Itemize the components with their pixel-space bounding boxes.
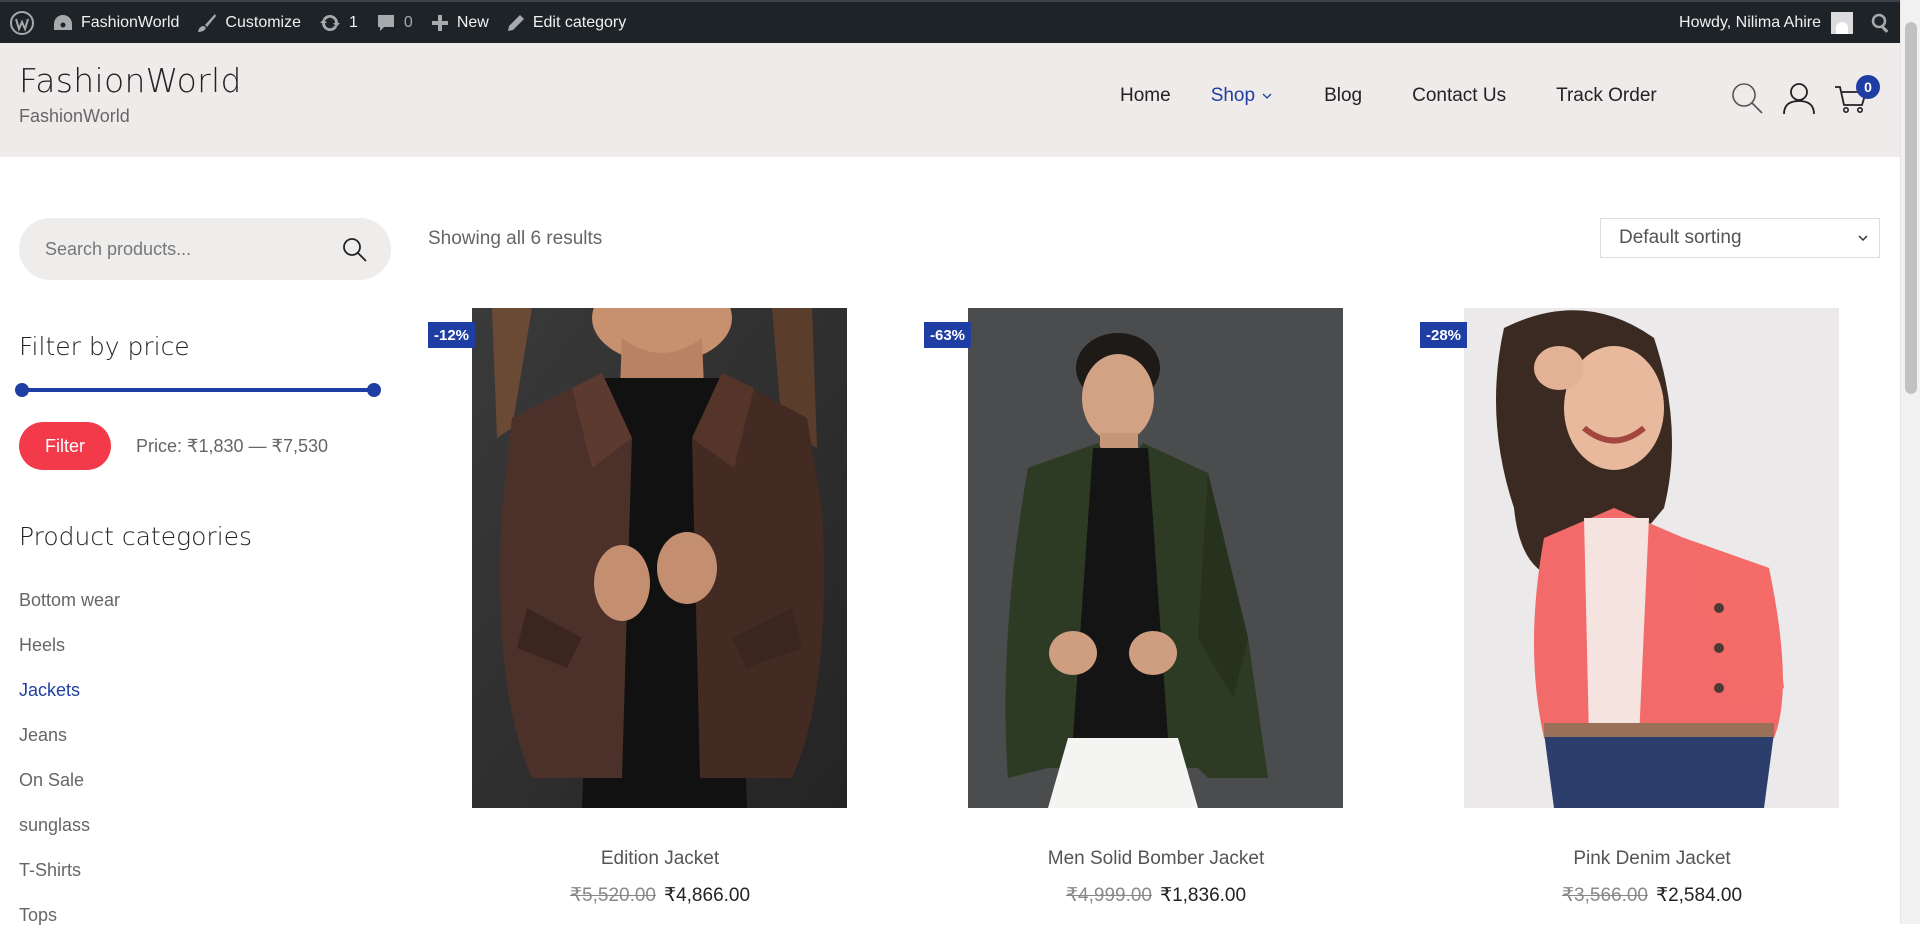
scrollbar-thumb[interactable] [1905,22,1917,394]
product-price: ₹4,999.00 ₹1,836.00 [924,884,1388,907]
page-scrollbar[interactable] [1900,0,1920,924]
adminbar-edit-category[interactable]: Edit category [498,2,635,43]
product-old-price: ₹3,566.00 [1561,885,1648,906]
avatar [1831,11,1853,34]
discount-badge: -63% [924,322,972,348]
adminbar-new-label: New [456,13,489,31]
discount-badge: -28% [1420,322,1468,348]
category-heels[interactable]: Heels [19,635,120,680]
product-old-price: ₹5,520.00 [569,885,656,906]
category-t-shirts[interactable]: T-Shirts [19,860,120,905]
nav-label: Contact Us [1412,85,1507,106]
adminbar-search[interactable] [1862,2,1900,43]
chevron-down-icon [1858,235,1868,242]
filter-button[interactable]: Filter [19,422,111,470]
nav-label: Track Order [1556,85,1657,106]
sort-selected-value: Default sorting [1619,227,1742,248]
site-title[interactable]: FashionWorld [19,61,242,100]
adminbar-new[interactable]: New [422,2,498,43]
price-range-slider[interactable] [15,383,381,397]
main-nav: Home Shop Blog Contact Us Track Order [1120,85,1697,107]
adminbar-account[interactable]: Howdy, Nilima Ahire [1670,2,1862,43]
category-sunglass[interactable]: sunglass [19,815,120,860]
product-price: ₹5,520.00 ₹4,866.00 [428,884,892,907]
nav-home[interactable]: Home [1120,85,1171,107]
site-header: FashionWorld FashionWorld Home Shop Blog… [0,43,1900,157]
nav-shop[interactable]: Shop [1211,85,1272,107]
product-price: ₹3,566.00 ₹2,584.00 [1420,884,1884,907]
plus-icon [431,14,448,31]
product-sale-price: ₹4,866.00 [664,885,751,906]
adminbar-customize-label: Customize [225,13,301,31]
header-search-icon[interactable] [1730,81,1764,115]
brush-icon [198,13,217,32]
cart-count-badge: 0 [1856,75,1880,99]
product-old-price: ₹4,999.00 [1065,885,1152,906]
adminbar-comments-count: 0 [403,13,413,31]
category-bottom-wear[interactable]: Bottom wear [19,590,120,635]
adminbar-site-name: FashionWorld [81,13,180,31]
account-icon[interactable] [1782,81,1816,115]
product-image[interactable] [1464,308,1839,808]
search-icon [1871,13,1889,33]
result-count: Showing all 6 results [428,228,603,249]
adminbar-updates[interactable]: 1 [310,2,367,43]
comment-icon [377,14,394,31]
product-search [19,218,391,280]
product-name[interactable]: Pink Denim Jacket [1420,848,1884,870]
category-jeans[interactable]: Jeans [19,725,120,770]
nav-label: Shop [1210,85,1256,106]
adminbar-updates-count: 1 [349,13,358,31]
adminbar-site-link[interactable]: FashionWorld [44,2,188,43]
category-jackets[interactable]: Jackets [19,680,120,725]
nav-track-order[interactable]: Track Order [1556,85,1657,107]
cart-icon[interactable]: 0 [1834,75,1880,115]
nav-label: Home [1120,85,1171,106]
filter-by-price-title: Filter by price [19,332,190,361]
dashboard-icon [54,14,72,30]
nav-label: Blog [1324,85,1363,106]
product-sale-price: ₹2,584.00 [1656,885,1743,906]
chevron-down-icon [1262,93,1272,99]
product-image[interactable] [968,308,1343,808]
price-min-handle[interactable] [15,383,29,397]
search-icon[interactable] [341,236,367,262]
nav-blog[interactable]: Blog [1324,85,1362,107]
product-sale-price: ₹1,836.00 [1160,885,1247,906]
adminbar-howdy: Howdy, Nilima Ahire [1679,13,1821,31]
price-range-label: Price: ₹1,830 — ₹7,530 [136,436,329,456]
product-name[interactable]: Men Solid Bomber Jacket [924,848,1388,870]
site-tagline: FashionWorld [19,106,130,126]
adminbar-comments[interactable]: 0 [367,2,422,43]
product-name[interactable]: Edition Jacket [428,848,892,870]
sort-select[interactable]: Default sorting [1600,218,1880,258]
nav-contact[interactable]: Contact Us [1412,85,1506,107]
discount-badge: -12% [428,322,476,348]
category-tops[interactable]: Tops [19,905,120,950]
adminbar-customize[interactable]: Customize [188,2,310,43]
price-max-handle[interactable] [367,383,381,397]
product-image[interactable] [472,308,847,808]
product-search-input[interactable] [45,238,341,260]
wordpress-logo-icon[interactable] [0,2,44,43]
category-list: Bottom wear Heels Jackets Jeans On Sale … [19,590,120,950]
updates-icon [320,14,340,31]
admin-bar: FashionWorld Customize 1 0 New Edit cate… [0,0,1900,43]
pencil-icon [507,14,524,31]
category-on-sale[interactable]: On Sale [19,770,120,815]
product-categories-title: Product categories [19,522,253,551]
adminbar-edit-label: Edit category [532,13,627,31]
